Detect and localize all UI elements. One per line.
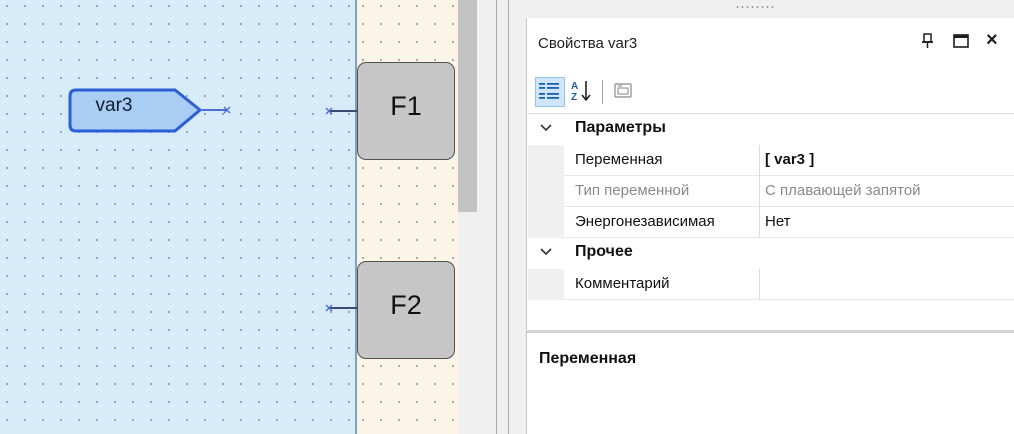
- category-label: Параметры: [575, 119, 666, 136]
- categorized-view-icon: [539, 83, 559, 99]
- function-block-f1-label: F1: [390, 91, 422, 121]
- pin-icon[interactable]: [919, 32, 937, 50]
- column-divider[interactable]: [759, 176, 760, 207]
- column-divider[interactable]: [759, 207, 760, 238]
- svg-text:A: A: [571, 81, 578, 92]
- panel-title: Свойства var3: [538, 35, 638, 52]
- property-name: Переменная: [575, 151, 663, 168]
- row-gutter: [528, 145, 564, 176]
- property-name: Энергонезависимая: [575, 213, 715, 230]
- description-splitter[interactable]: [527, 330, 1014, 333]
- function-block-f2-label: F2: [390, 290, 422, 320]
- alphabetical-sort-button[interactable]: A Z: [568, 77, 598, 107]
- chevron-down-icon[interactable]: [538, 244, 554, 260]
- property-grid: Параметры Переменная [ var3 ] Тип переме…: [528, 113, 1014, 325]
- canvas-vertical-scrollbar[interactable]: [458, 0, 477, 434]
- property-row-nonvolatile[interactable]: Энергонезависимая Нет: [528, 207, 1014, 238]
- scrollbar-thumb[interactable]: [458, 0, 477, 212]
- svg-text:Z: Z: [571, 92, 577, 103]
- description-title: Переменная: [539, 350, 637, 367]
- category-label: Прочее: [575, 243, 633, 260]
- row-gutter: [528, 207, 564, 238]
- column-divider[interactable]: [759, 145, 760, 176]
- property-name: Комментарий: [575, 275, 670, 292]
- property-value[interactable]: Нет: [765, 213, 791, 230]
- panel-splitter[interactable]: [477, 0, 509, 434]
- property-value[interactable]: [ var3 ]: [765, 151, 814, 168]
- property-pages-icon: [614, 83, 632, 98]
- splitter-line: [508, 0, 509, 434]
- column-divider[interactable]: [759, 269, 760, 300]
- chevron-down-icon[interactable]: [538, 120, 554, 136]
- diagram-canvas[interactable]: var3 F1 F2: [0, 0, 458, 434]
- function-block-f2[interactable]: F2: [357, 261, 455, 359]
- row-gutter: [528, 269, 564, 300]
- property-row-variable-type[interactable]: Тип переменной С плавающей запятой: [528, 176, 1014, 207]
- category-row-other[interactable]: Прочее: [528, 238, 1014, 269]
- property-row-variable[interactable]: Переменная [ var3 ]: [528, 145, 1014, 176]
- row-gutter: [528, 176, 564, 207]
- properties-toolbar: A Z: [527, 73, 1014, 113]
- variable-block-label[interactable]: var3: [82, 95, 146, 117]
- property-name: Тип переменной: [575, 182, 690, 199]
- category-row-parameters[interactable]: Параметры: [528, 114, 1014, 145]
- toolbar-separator: [602, 80, 603, 104]
- categorized-view-button[interactable]: [535, 77, 565, 107]
- property-row-comment[interactable]: Комментарий: [528, 269, 1014, 300]
- property-pages-button[interactable]: [609, 77, 639, 107]
- properties-panel: Свойства var3 × A Z Параметры Переменная…: [526, 18, 1014, 434]
- sort-az-icon: A Z: [571, 81, 591, 103]
- maximize-icon[interactable]: [952, 32, 970, 50]
- close-icon[interactable]: ×: [986, 29, 998, 52]
- splitter-line: [496, 0, 497, 434]
- dock-grip[interactable]: [735, 6, 775, 8]
- property-value: С плавающей запятой: [765, 182, 921, 199]
- function-block-f1[interactable]: F1: [357, 62, 455, 160]
